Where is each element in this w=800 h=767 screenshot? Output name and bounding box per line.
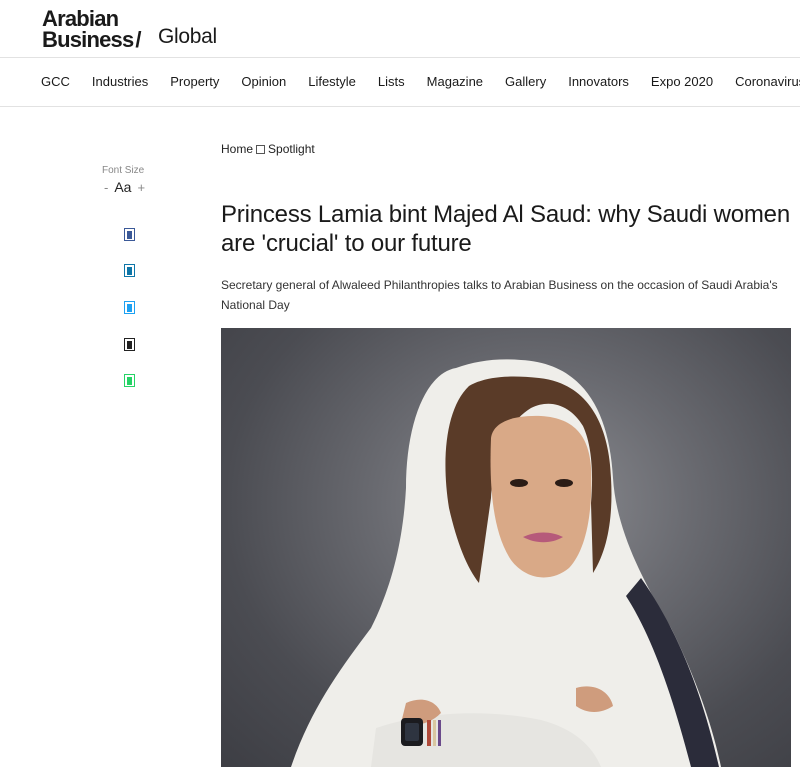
article-headline: Princess Lamia bint Majed Al Saud: why S… <box>221 201 790 257</box>
nav-item-lifestyle[interactable]: Lifestyle <box>297 74 367 89</box>
nav-item-expo-2020[interactable]: Expo 2020 <box>640 74 724 89</box>
font-size-control: - Aa + <box>104 179 145 195</box>
email-icon[interactable] <box>124 338 135 351</box>
breadcrumb-section[interactable]: Spotlight <box>268 142 315 156</box>
linkedin-icon[interactable] <box>124 264 135 277</box>
edition-label[interactable]: Global <box>158 25 217 49</box>
nav-item-property[interactable]: Property <box>159 74 230 89</box>
portrait-illustration <box>291 359 721 767</box>
nav-item-coronavirus[interactable]: Coronavirus <box>724 74 800 89</box>
article-subhead: Secretary general of Alwaleed Philanthro… <box>221 278 778 312</box>
nav-item-industries[interactable]: Industries <box>81 74 159 89</box>
breadcrumb-separator-icon <box>256 144 266 154</box>
nav-item-gcc[interactable]: GCC <box>30 74 81 89</box>
whatsapp-icon[interactable] <box>124 374 135 387</box>
breadcrumb: Home Spotlight <box>221 142 315 156</box>
font-reset-button[interactable]: Aa <box>114 179 131 195</box>
nav-item-magazine[interactable]: Magazine <box>416 74 494 89</box>
twitter-icon[interactable] <box>124 301 135 314</box>
nav-item-innovators[interactable]: Innovators <box>557 74 640 89</box>
font-decrease-button[interactable]: - <box>104 180 108 195</box>
logo-line2: Business/ <box>42 27 142 52</box>
site-header: Arabian Business/ Global <box>0 0 800 58</box>
main-nav: GCC Industries Property Opinion Lifestyl… <box>0 58 800 107</box>
nav-item-gallery[interactable]: Gallery <box>494 74 557 89</box>
font-size-label: Font Size <box>102 165 145 176</box>
nav-item-opinion[interactable]: Opinion <box>230 74 297 89</box>
breadcrumb-home[interactable]: Home <box>221 142 253 156</box>
article-hero-image <box>221 328 791 767</box>
facebook-icon[interactable] <box>124 228 135 241</box>
site-logo[interactable]: Arabian Business/ <box>42 8 142 52</box>
logo-slash: / <box>135 27 141 52</box>
font-increase-button[interactable]: + <box>137 180 145 195</box>
nav-item-lists[interactable]: Lists <box>367 74 416 89</box>
